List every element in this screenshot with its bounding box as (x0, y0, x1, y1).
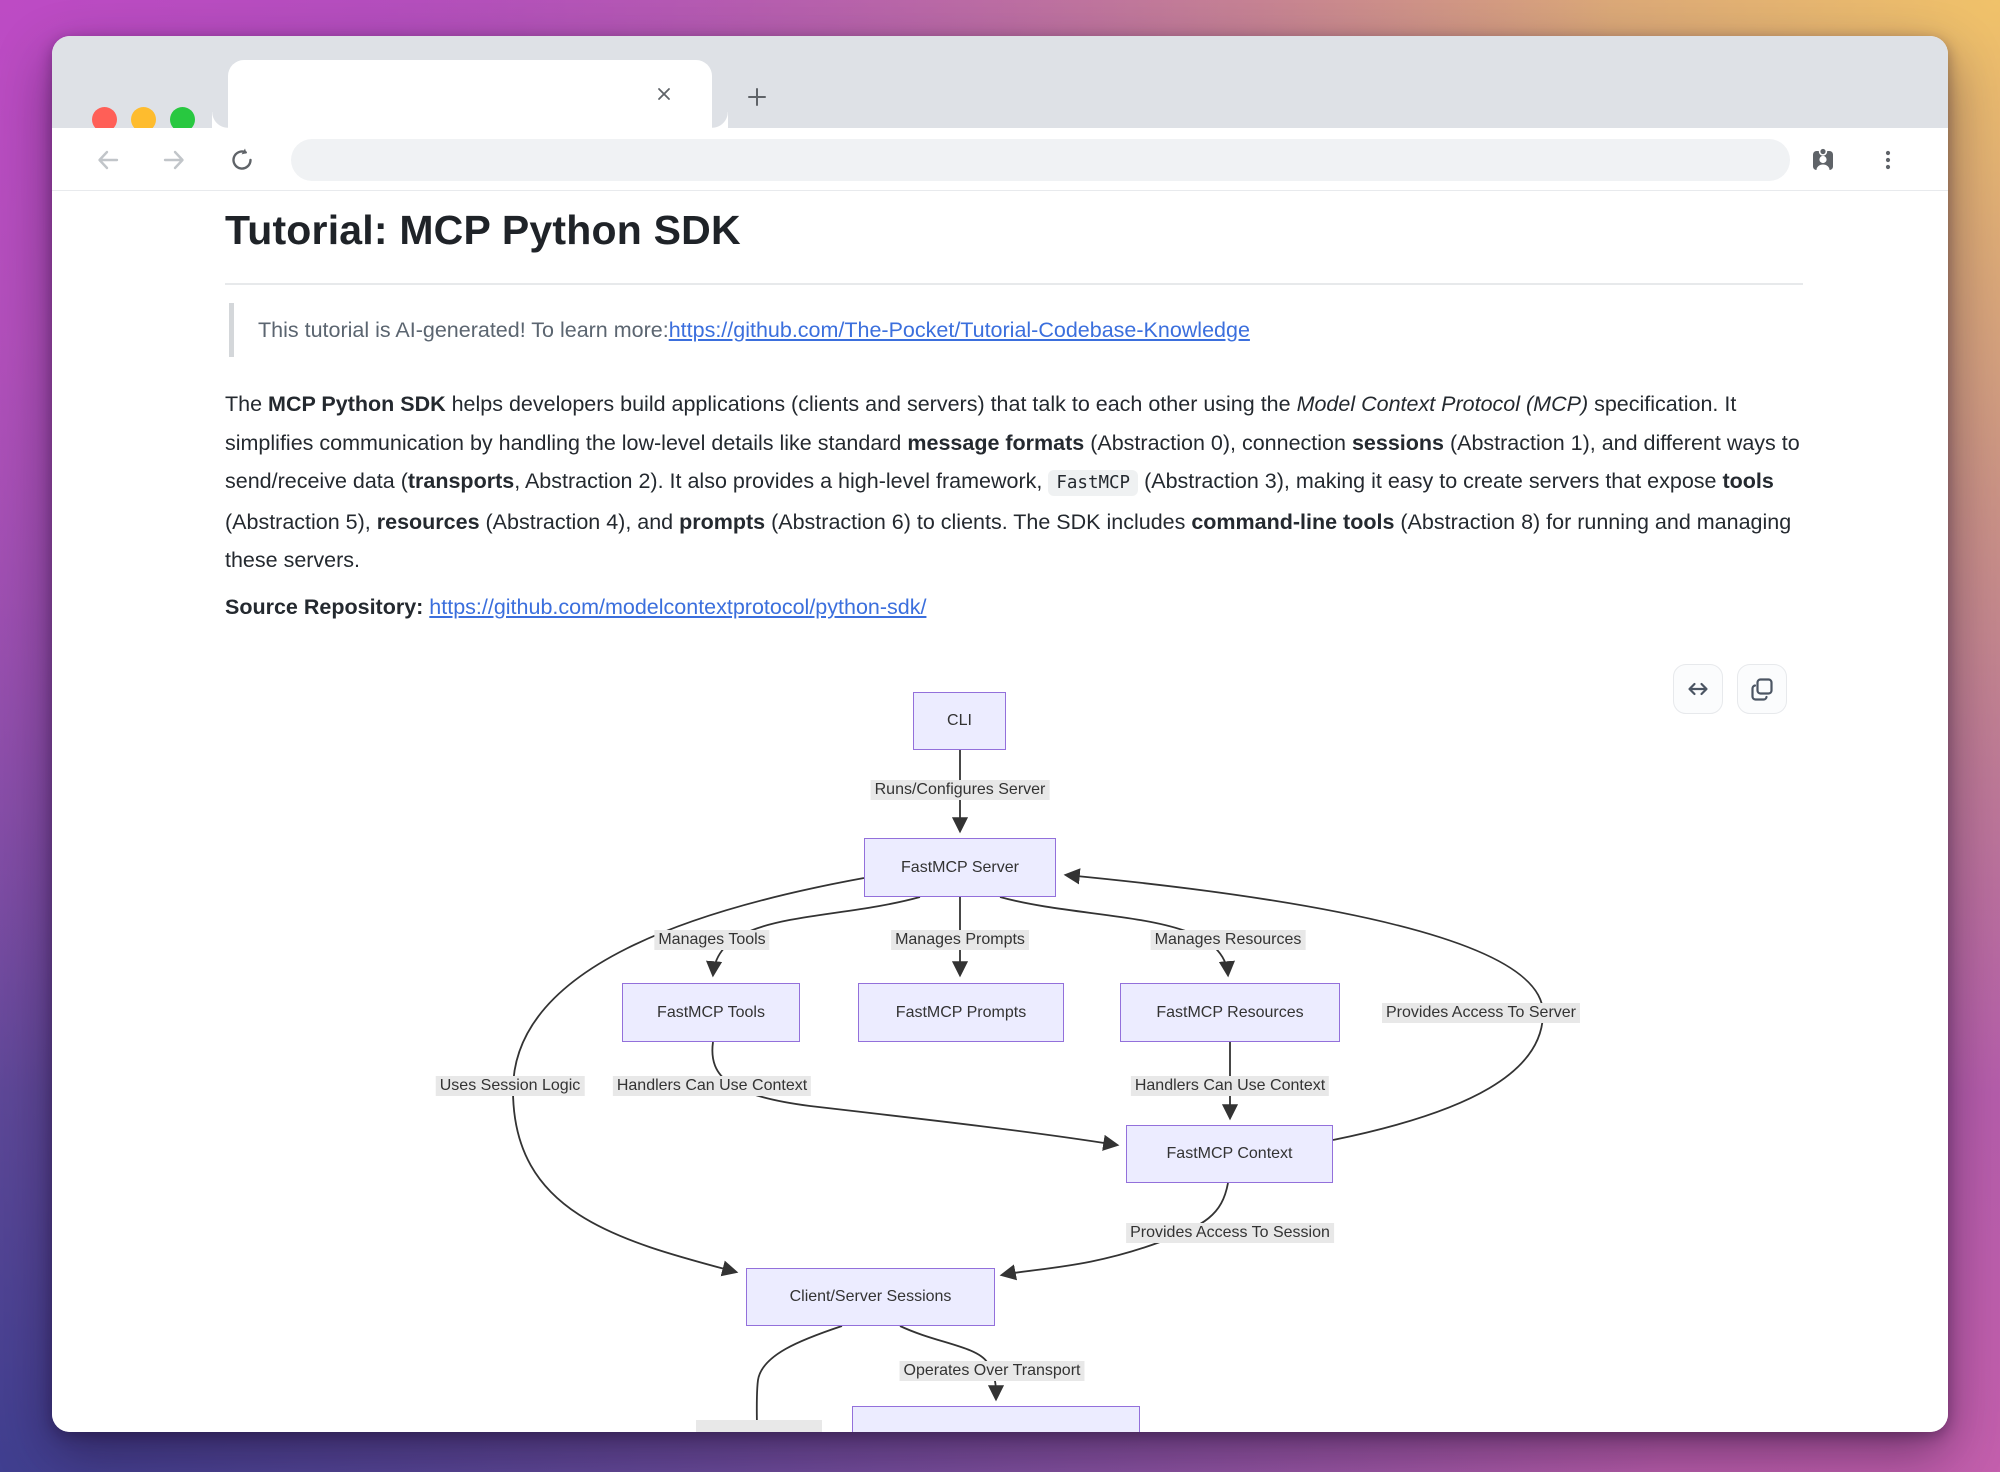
edge-label: Operates Over Transport (900, 1361, 1085, 1381)
text-segment: helps developers build applications (cli… (446, 392, 1297, 416)
reload-button[interactable] (224, 142, 260, 178)
diagram-node-label: FastMCP Server (901, 859, 1019, 877)
text-segment: sessions (1352, 431, 1444, 455)
tab-close-button[interactable] (648, 78, 680, 110)
text-segment: (Abstraction 5), (225, 510, 377, 534)
page-title: Tutorial: MCP Python SDK (225, 207, 741, 254)
edge-label: Manages Tools (654, 930, 769, 950)
diagram-node-label: FastMCP Prompts (896, 1004, 1026, 1022)
inline-code: FastMCP (1048, 470, 1138, 496)
text-segment: (Abstraction 4), and (480, 510, 680, 534)
edge-label: Handlers Can Use Context (1131, 1076, 1329, 1096)
diagram-node-cli: CLI (913, 692, 1006, 750)
three-dot-menu-icon (1876, 148, 1900, 172)
profile-button[interactable] (1805, 142, 1841, 178)
forward-button[interactable] (156, 142, 192, 178)
browser-toolbar (52, 128, 1948, 191)
diagram-node-label: FastMCP Context (1167, 1145, 1293, 1163)
source-repository-line: Source Repository: https://github.com/mo… (225, 595, 926, 620)
menu-button[interactable] (1870, 142, 1906, 178)
edge-label: Provides Access To Server (1382, 1003, 1580, 1023)
text-segment: MCP Python SDK (268, 392, 446, 416)
diagram-node-server: FastMCP Server (864, 838, 1056, 897)
tab-strip (52, 36, 1948, 128)
edge-label: Handlers Can Use Context (613, 1076, 811, 1096)
reload-icon (228, 146, 256, 174)
source-repository-link[interactable]: https://github.com/modelcontextprotocol/… (429, 595, 926, 619)
diagram-node-label: FastMCP Resources (1156, 1004, 1303, 1022)
flow-diagram: CLI FastMCP Server FastMCP Tools FastMCP Pr… (380, 640, 1660, 1432)
text-segment: (Abstraction 6) to clients. The SDK incl… (765, 510, 1191, 534)
tutorial-codebase-knowledge-link[interactable]: https://github.com/The-Pocket/Tutorial-C… (669, 318, 1250, 343)
text-segment: (Abstraction 0), connection (1084, 431, 1352, 455)
diagram-expand-button[interactable] (1673, 664, 1723, 714)
callout-text: This tutorial is AI-generated! To learn … (258, 318, 669, 343)
edge-sessions-bottom (757, 1326, 842, 1432)
edge-label: Runs/Configures Server (871, 780, 1050, 800)
text-segment: command-line tools (1191, 510, 1394, 534)
text-segment: message formats (907, 431, 1084, 455)
diagram-node-prompts: FastMCP Prompts (858, 983, 1064, 1042)
diagram-node-tools: FastMCP Tools (622, 983, 800, 1042)
text-segment: resources (377, 510, 480, 534)
profile-badge-icon (1808, 145, 1838, 175)
source-repository-label: Source Repository: (225, 595, 429, 619)
text-segment: , Abstraction 2). It also provides a hig… (514, 469, 1048, 493)
close-icon (655, 85, 673, 103)
edge-label: Provides Access To Session (1126, 1223, 1334, 1243)
forward-arrow-icon (160, 146, 188, 174)
intro-paragraph: The MCP Python SDK helps developers buil… (225, 385, 1807, 580)
edge-label: Uses Session Logic (436, 1076, 585, 1096)
copy-icon (1749, 676, 1775, 702)
edge-label (696, 1420, 822, 1432)
text-segment: (Abstraction 3), making it easy to creat… (1138, 469, 1722, 493)
diagram-node-context: FastMCP Context (1126, 1125, 1333, 1183)
ai-generated-callout: This tutorial is AI-generated! To learn … (229, 303, 1250, 357)
title-divider (225, 283, 1803, 285)
address-bar-input[interactable] (291, 139, 1790, 181)
diagram-node-label: CLI (947, 712, 972, 730)
diagram-copy-button[interactable] (1737, 664, 1787, 714)
plus-icon (746, 86, 768, 108)
text-segment: Model Context Protocol (MCP) (1297, 392, 1589, 416)
edge-label: Manages Prompts (891, 930, 1029, 950)
diagram-node-resources: FastMCP Resources (1120, 983, 1340, 1042)
diagram-node-label: Client/Server Sessions (790, 1288, 952, 1306)
text-segment: transports (408, 469, 514, 493)
text-segment: tools (1722, 469, 1773, 493)
text-segment: prompts (679, 510, 765, 534)
back-arrow-icon (94, 146, 122, 174)
browser-tab[interactable] (228, 60, 712, 128)
edge-label: Manages Resources (1151, 930, 1306, 950)
browser-window: Tutorial: MCP Python SDK This tutorial i… (52, 36, 1948, 1432)
horizontal-resize-arrow-icon (1684, 675, 1712, 703)
diagram-node-sessions: Client/Server Sessions (746, 1268, 995, 1326)
diagram-node-label: FastMCP Tools (657, 1004, 765, 1022)
page-content: Tutorial: MCP Python SDK This tutorial i… (52, 191, 1948, 1432)
back-button[interactable] (90, 142, 126, 178)
new-tab-button[interactable] (738, 78, 776, 116)
diagram-node-transport (852, 1406, 1140, 1432)
text-segment: The (225, 392, 268, 416)
